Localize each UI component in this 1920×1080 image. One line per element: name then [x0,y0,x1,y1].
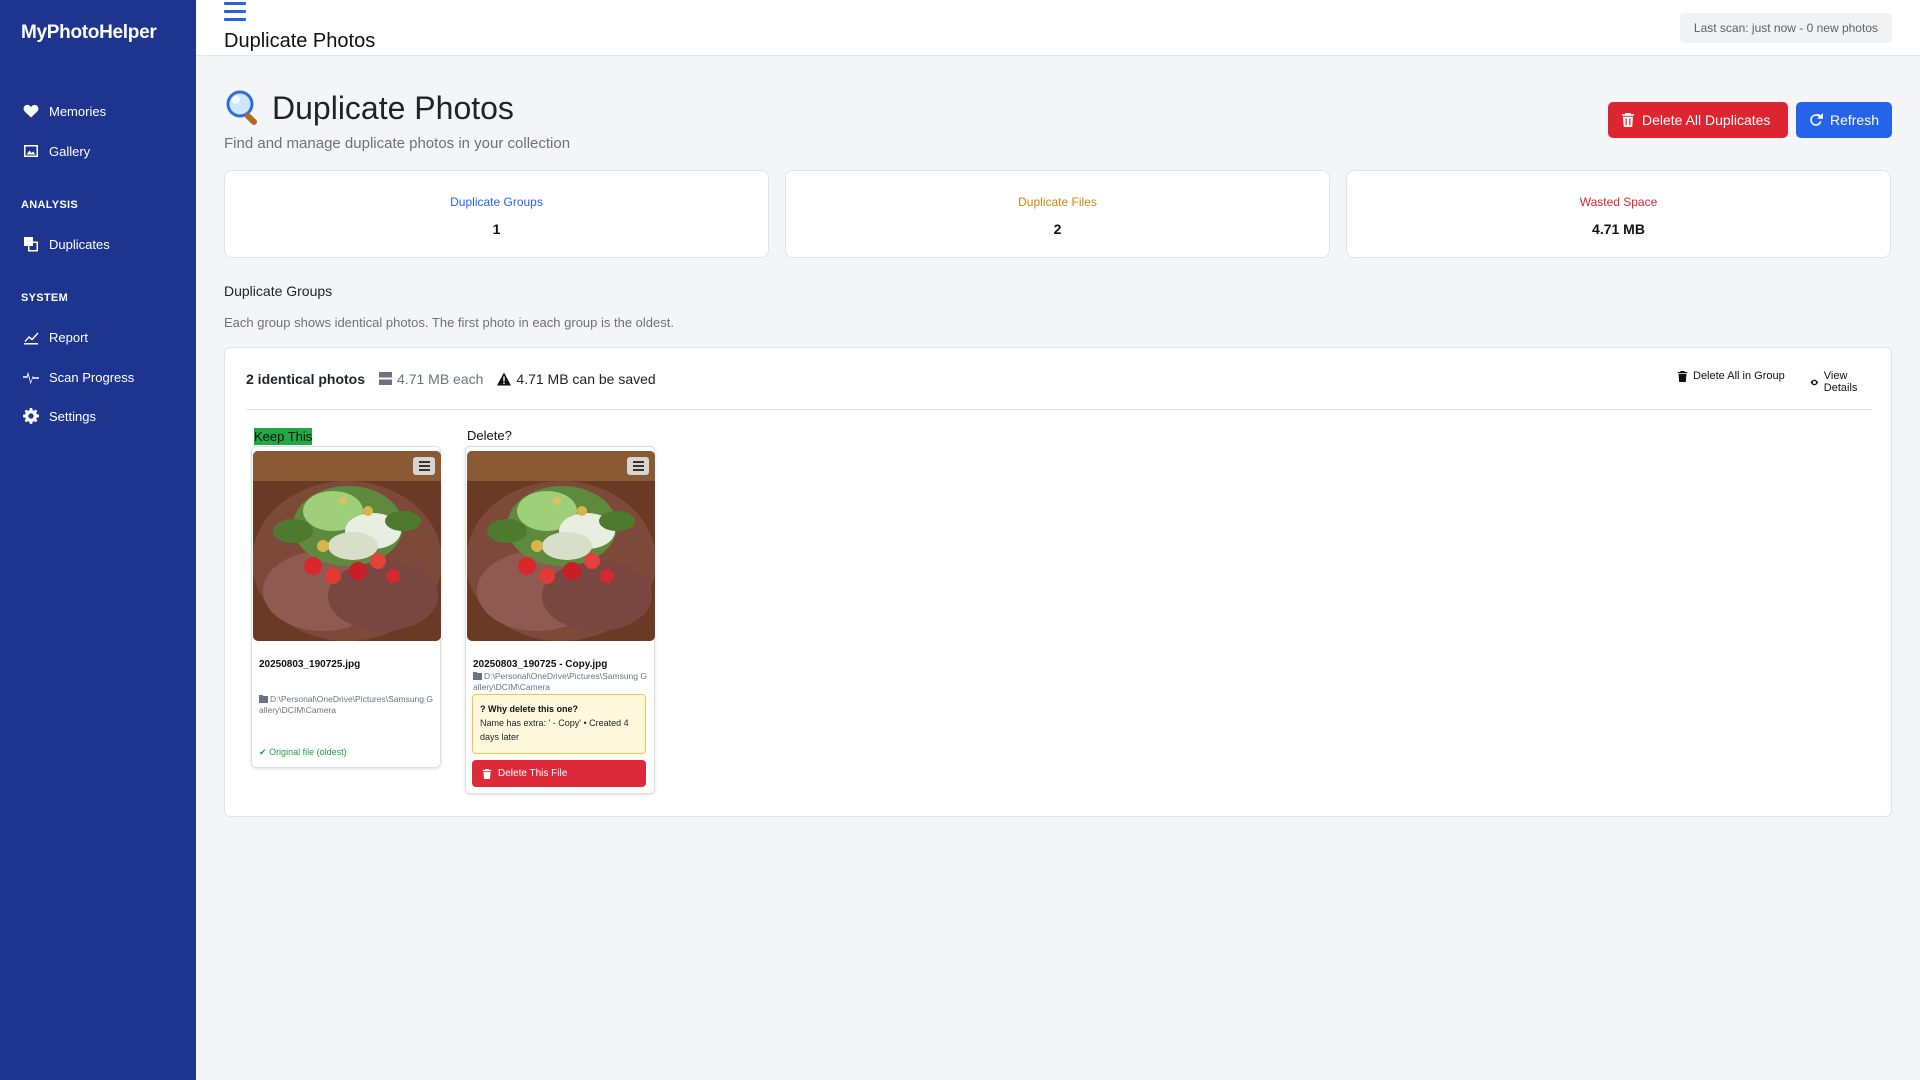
refresh-icon [1810,113,1823,126]
why-delete-title-text: Why delete this one? [488,704,579,714]
sidebar-item-label: Duplicates [49,236,110,252]
page-subtitle: Find and manage duplicate photos in your… [224,135,571,152]
photo-path-text: D:\Personal\OneDrive\Pictures\Samsung Ga… [473,671,647,692]
sidebar-item-duplicates[interactable]: Duplicates [21,230,191,258]
warning-icon [497,372,512,385]
group-saved: 4.71 MB can be saved [497,370,656,387]
view-details-button[interactable]: View Details [1810,370,1872,394]
stat-value: 1 [492,221,501,237]
sidebar-item-settings[interactable]: Settings [21,402,191,430]
photo-filename: 20250803_190725.jpg [259,659,361,670]
sidebar: MyPhotoHelper Memories Gallery ANALYSIS … [0,0,196,1080]
folder-icon [259,695,268,703]
sidebar-item-label: Settings [49,408,96,424]
image-icon [21,142,40,161]
folder-icon [473,672,482,680]
stat-label: Duplicate Groups [450,195,543,209]
photo-menu-icon[interactable] [627,457,649,475]
question-icon: ? [480,704,486,714]
sidebar-item-label: Memories [49,103,107,119]
hard-drive-icon [379,372,393,385]
group-header: 2 identical photos 4.71 MB each 4.71 MB … [246,348,1872,410]
duplicates-icon [21,235,40,254]
eye-icon [1810,379,1819,385]
stat-card-wasted-space: Wasted Space 4.71 MB [1346,170,1891,258]
delete-this-file-label: Delete This File [498,768,568,779]
sidebar-item-label: Scan Progress [49,369,135,385]
stat-card-duplicate-files: Duplicate Files 2 [785,170,1330,258]
delete-question-label: Delete? [467,428,512,443]
delete-this-file-button[interactable]: Delete This File [472,760,646,787]
group-size-text: 4.71 MB each [397,370,484,387]
original-file-text: Original file (oldest) [269,747,347,757]
check-icon: ✔ [259,747,267,757]
sidebar-item-report[interactable]: Report [21,323,191,351]
stat-card-duplicate-groups: Duplicate Groups 1 [224,170,769,258]
app-brand[interactable]: MyPhotoHelper [21,22,157,44]
magnifier-icon [226,90,258,126]
chart-line-icon [21,328,40,347]
hamburger-menu-icon[interactable] [224,2,246,22]
group-size-each: 4.71 MB each [379,371,483,387]
trash-icon [1622,113,1634,127]
gear-icon [21,407,40,426]
sidebar-item-scan-progress[interactable]: Scan Progress [21,363,191,391]
photo-path: D:\Personal\OneDrive\Pictures\Samsung Ga… [259,694,437,716]
stat-value: 2 [1053,221,1062,237]
stat-label: Duplicate Files [1018,195,1097,209]
sidebar-section-analysis: ANALYSIS [21,199,79,211]
pulse-icon [21,368,40,387]
view-details-label: View Details [1823,370,1858,394]
photo-card-original[interactable]: 20250803_190725.jpg D:\Personal\OneDrive… [251,446,441,768]
scan-status-badge: Last scan: just now - 0 new photos [1679,13,1892,43]
heart-icon [21,102,40,121]
delete-all-in-group-button[interactable]: Delete All in Group [1677,370,1785,382]
group-count: 2 identical photos [246,370,366,387]
refresh-label: Refresh [1829,112,1879,128]
topbar: Duplicate Photos Last scan: just now - 0… [196,0,1920,56]
trash-icon [482,768,492,779]
stat-label: Wasted Space [1579,195,1658,209]
group-saved-text: 4.71 MB can be saved [516,370,656,387]
photo-menu-icon[interactable] [413,457,435,475]
original-file-note: ✔ Original file (oldest) [259,747,347,758]
duplicate-groups-title: Duplicate Groups [224,283,333,299]
delete-all-duplicates-button[interactable]: Delete All Duplicates [1608,102,1788,138]
keep-this-label: Keep This [254,428,313,445]
delete-all-duplicates-label: Delete All Duplicates [1642,112,1771,128]
duplicate-group-panel: 2 identical photos 4.71 MB each 4.71 MB … [224,347,1892,817]
stat-value: 4.71 MB [1592,221,1645,237]
photo-card-duplicate[interactable]: 20250803_190725 - Copy.jpg D:\Personal\O… [465,446,655,794]
sidebar-item-gallery[interactable]: Gallery [21,137,191,165]
sidebar-item-label: Report [49,329,89,345]
photo-filename: 20250803_190725 - Copy.jpg [473,659,608,670]
duplicate-groups-description: Each group shows identical photos. The f… [224,315,674,330]
delete-all-in-group-label: Delete All in Group [1693,370,1785,382]
photo-path: D:\Personal\OneDrive\Pictures\Samsung Ga… [473,671,651,693]
why-delete-box: ? Why delete this one? Name has extra: '… [472,694,646,754]
why-delete-text: Name has extra: ' - Copy' • Created 4 da… [480,718,629,742]
trash-icon [1677,370,1688,382]
topbar-title: Duplicate Photos [224,30,376,52]
sidebar-section-system: SYSTEM [21,292,69,304]
sidebar-item-memories[interactable]: Memories [21,97,191,125]
page-title: Duplicate Photos [272,89,514,126]
page-heading: Duplicate Photos [224,88,514,128]
photo-thumbnail[interactable] [467,451,655,641]
sidebar-item-label: Gallery [49,143,91,159]
why-delete-title: ? Why delete this one? [480,702,638,716]
photo-thumbnail[interactable] [253,451,441,641]
refresh-button[interactable]: Refresh [1796,102,1892,138]
photo-path-text: D:\Personal\OneDrive\Pictures\Samsung Ga… [259,694,433,715]
